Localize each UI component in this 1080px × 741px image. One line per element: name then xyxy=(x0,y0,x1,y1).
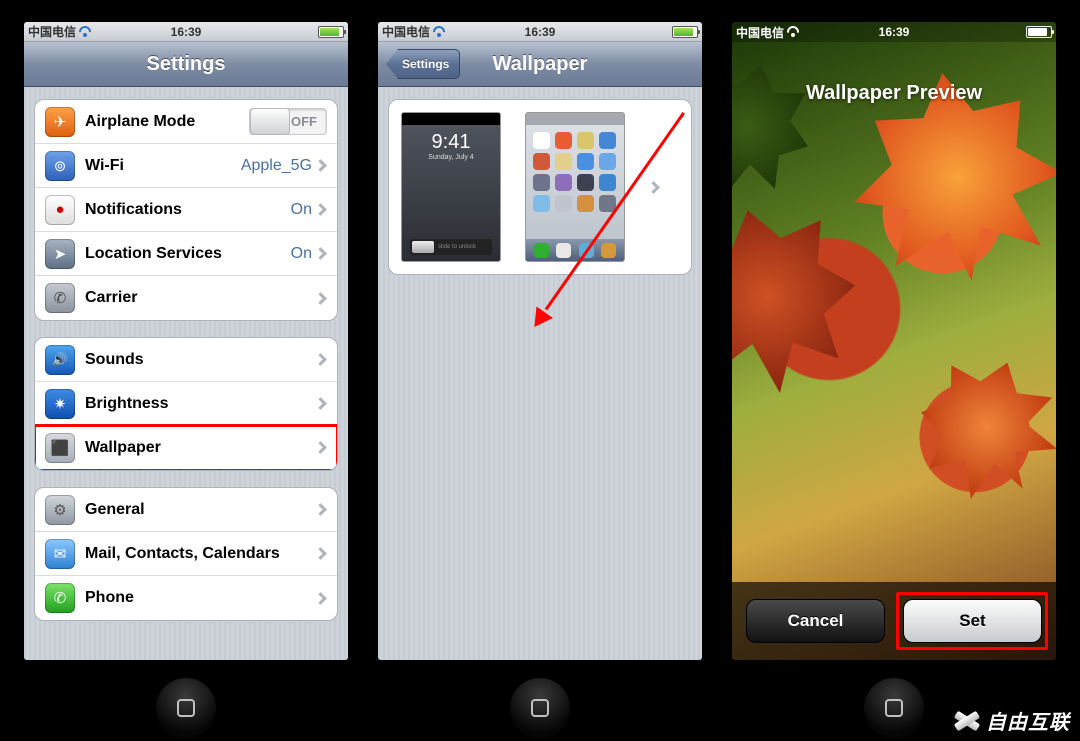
row-label: Wi-Fi xyxy=(85,157,241,175)
row-label: Wallpaper xyxy=(85,439,316,457)
battery-icon xyxy=(318,26,344,38)
nav-title: Settings xyxy=(147,53,226,76)
row-label: Mail, Contacts, Calendars xyxy=(85,545,316,563)
wifi-icon xyxy=(787,26,799,38)
battery-icon xyxy=(672,26,698,38)
status-bar: 中国电信 16:39 xyxy=(378,22,702,42)
brightness-icon: ✷ xyxy=(45,389,75,419)
location-icon: ➤ xyxy=(45,239,75,269)
row-label: Airplane Mode xyxy=(85,113,249,131)
carrier-text: 中国电信 xyxy=(28,23,76,40)
chevron-right-icon xyxy=(314,441,327,454)
set-button[interactable]: Set xyxy=(903,599,1042,643)
chevron-right-icon xyxy=(314,592,327,605)
status-bar: 中国电信 16:39 xyxy=(732,22,1056,42)
home-button[interactable] xyxy=(156,678,216,738)
row-mail[interactable]: ✉ Mail, Contacts, Calendars xyxy=(35,532,337,576)
watermark-text: 自由互联 xyxy=(986,706,1070,735)
row-value: On xyxy=(291,201,312,219)
row-wallpaper[interactable]: ⬛ Wallpaper xyxy=(35,426,337,470)
row-wifi[interactable]: ⊚ Wi-Fi Apple_5G xyxy=(35,144,337,188)
chevron-right-icon xyxy=(314,397,327,410)
chevron-right-icon xyxy=(314,247,327,260)
chevron-right-icon xyxy=(314,503,327,516)
status-time: 16:39 xyxy=(879,25,910,39)
status-bar: 中国电信 16:39 xyxy=(24,22,348,42)
general-icon: ⚙ xyxy=(45,495,75,525)
chevron-right-icon xyxy=(314,292,327,305)
notifications-icon: ● xyxy=(45,195,75,225)
nav-bar: Settings xyxy=(24,42,348,87)
status-time: 16:39 xyxy=(171,25,202,39)
row-phone[interactable]: ✆ Phone xyxy=(35,576,337,620)
wallpaper-icon: ⬛ xyxy=(45,433,75,463)
preview-title: Wallpaper Preview xyxy=(732,82,1056,105)
homescreen-thumb[interactable] xyxy=(525,112,625,262)
chevron-right-icon xyxy=(314,159,327,172)
chevron-right-icon xyxy=(314,353,327,366)
airplane-icon: ✈ xyxy=(45,107,75,137)
row-notifications[interactable]: ● Notifications On xyxy=(35,188,337,232)
home-button[interactable] xyxy=(510,678,570,738)
bottom-bar: Cancel Set xyxy=(732,582,1056,660)
row-value: On xyxy=(291,245,312,263)
row-label: Carrier xyxy=(85,289,316,307)
wallpaper-preview-group[interactable]: 9:41 Sunday, July 4 slide to unlock xyxy=(388,99,692,275)
chevron-right-icon xyxy=(647,181,660,194)
nav-bar: Settings Wallpaper xyxy=(378,42,702,87)
chevron-right-icon xyxy=(314,203,327,216)
row-label: General xyxy=(85,501,316,519)
back-button[interactable]: Settings xyxy=(386,49,460,79)
mail-icon: ✉ xyxy=(45,539,75,569)
chevron-right-icon xyxy=(314,547,327,560)
row-label: Phone xyxy=(85,589,316,607)
maple-leaf-icon xyxy=(732,35,839,219)
row-brightness[interactable]: ✷ Brightness xyxy=(35,382,337,426)
carrier-icon: ✆ xyxy=(45,283,75,313)
row-location[interactable]: ➤ Location Services On xyxy=(35,232,337,276)
row-label: Notifications xyxy=(85,201,291,219)
row-general[interactable]: ⚙ General xyxy=(35,488,337,532)
carrier-text: 中国电信 xyxy=(736,24,784,41)
phone-icon: ✆ xyxy=(45,583,75,613)
wifi-settings-icon: ⊚ xyxy=(45,151,75,181)
watermark: 自由互联 xyxy=(952,706,1070,735)
home-button[interactable] xyxy=(864,678,924,738)
cancel-button[interactable]: Cancel xyxy=(746,599,885,643)
battery-icon xyxy=(1026,26,1052,38)
row-label: Brightness xyxy=(85,395,316,413)
row-carrier[interactable]: ✆ Carrier xyxy=(35,276,337,320)
maple-leaf-icon xyxy=(890,330,1056,525)
wifi-icon xyxy=(79,26,91,38)
wifi-icon xyxy=(433,26,445,38)
row-label: Location Services xyxy=(85,245,291,263)
lockscreen-thumb[interactable]: 9:41 Sunday, July 4 slide to unlock xyxy=(401,112,501,262)
row-value: Apple_5G xyxy=(241,157,312,175)
carrier-text: 中国电信 xyxy=(382,23,430,40)
nav-title: Wallpaper xyxy=(493,53,588,76)
row-sounds[interactable]: 🔊 Sounds xyxy=(35,338,337,382)
row-airplane[interactable]: ✈ Airplane Mode OFF xyxy=(35,100,337,144)
row-label: Sounds xyxy=(85,351,316,369)
sounds-icon: 🔊 xyxy=(45,345,75,375)
maple-leaf-icon xyxy=(732,166,898,427)
status-time: 16:39 xyxy=(525,25,556,39)
watermark-logo-icon xyxy=(952,708,982,734)
airplane-switch[interactable]: OFF xyxy=(249,108,327,135)
